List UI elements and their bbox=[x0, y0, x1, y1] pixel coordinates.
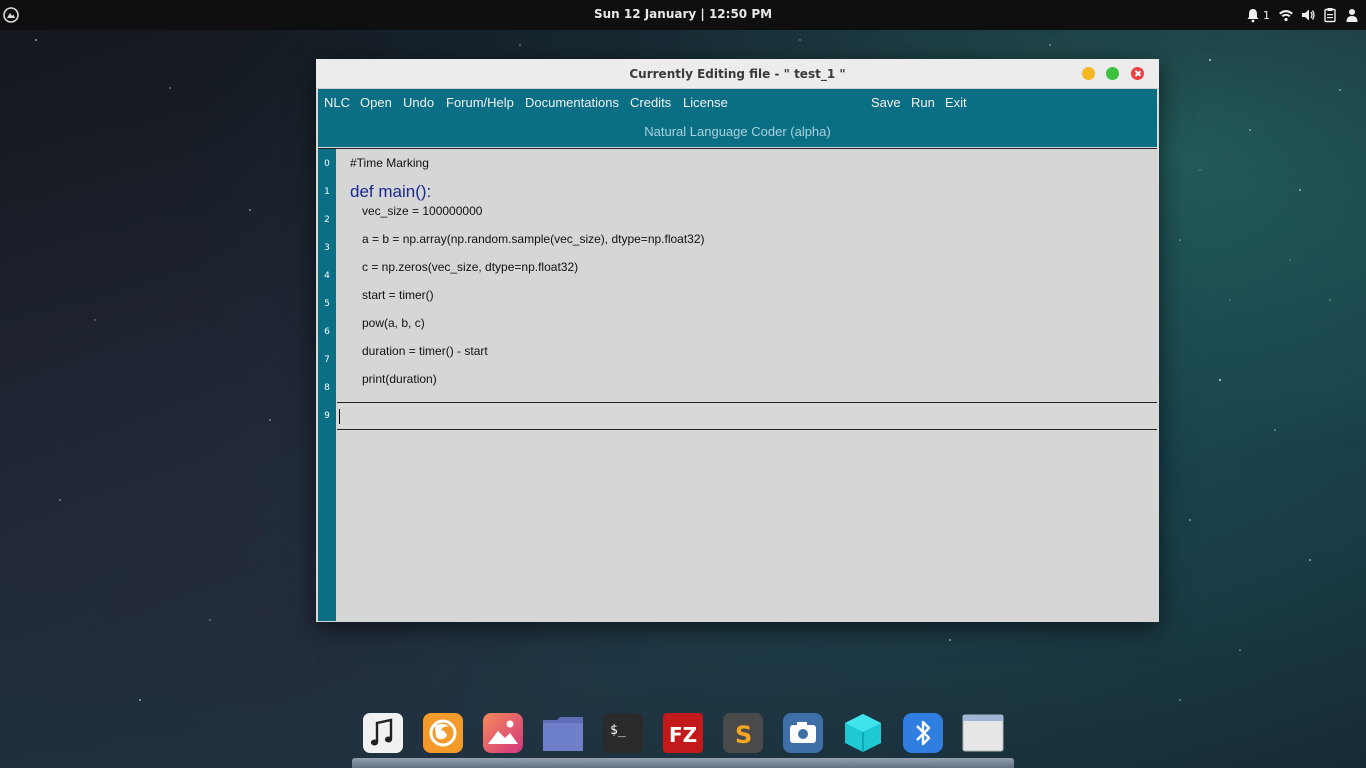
menu-undo[interactable]: Undo bbox=[403, 95, 434, 110]
line-number: 3 bbox=[324, 243, 330, 253]
text-caret bbox=[339, 409, 340, 424]
line-number: 5 bbox=[324, 299, 330, 309]
line-number: 8 bbox=[324, 383, 330, 393]
line-number: 6 bbox=[324, 327, 330, 337]
line-number: 0 bbox=[324, 159, 330, 169]
terminal-prompt-glyph: $_ bbox=[610, 723, 626, 738]
close-button[interactable] bbox=[1131, 67, 1144, 80]
code-line[interactable]: print(duration) bbox=[362, 372, 437, 386]
minimize-button[interactable] bbox=[1082, 67, 1095, 80]
system-tray: 1 bbox=[1245, 6, 1360, 24]
code-line[interactable]: vec_size = 100000000 bbox=[362, 204, 482, 218]
code-line[interactable]: def main(): bbox=[350, 182, 431, 202]
music-app-icon[interactable] bbox=[362, 712, 404, 754]
line-number: 4 bbox=[324, 271, 330, 281]
menu-forum-help[interactable]: Forum/Help bbox=[446, 95, 514, 110]
screenshot-camera-icon[interactable] bbox=[782, 712, 824, 754]
dock: $_ FZ S bbox=[352, 706, 1014, 768]
code-editor[interactable]: 0 1 2 3 4 5 6 7 8 9 #Time Marking def ma… bbox=[318, 148, 1157, 621]
3d-cube-app-icon[interactable] bbox=[842, 712, 884, 754]
window-title: Currently Editing file - " test_1 " bbox=[629, 67, 846, 81]
notification-bell-icon[interactable] bbox=[1245, 7, 1261, 23]
line-number-gutter: 0 1 2 3 4 5 6 7 8 9 bbox=[318, 149, 336, 621]
notification-count: 1 bbox=[1263, 8, 1270, 22]
filezilla-glyph: FZ bbox=[669, 723, 697, 747]
menu-credits[interactable]: Credits bbox=[630, 95, 671, 110]
code-line[interactable]: c = np.zeros(vec_size, dtype=np.float32) bbox=[362, 260, 578, 274]
line-number: 1 bbox=[324, 187, 330, 197]
sublime-glyph: S bbox=[735, 721, 752, 749]
menu-nlc[interactable]: NLC bbox=[324, 95, 350, 110]
nlc-editor-window: Currently Editing file - " test_1 " NLC … bbox=[316, 59, 1159, 622]
sublime-text-icon[interactable]: S bbox=[722, 712, 764, 754]
menu-save[interactable]: Save bbox=[871, 95, 901, 110]
bluetooth-icon[interactable] bbox=[902, 712, 944, 754]
code-line[interactable]: start = timer() bbox=[362, 288, 434, 302]
code-line[interactable]: #Time Marking bbox=[350, 156, 429, 170]
dock-shelf bbox=[352, 758, 1014, 768]
top-panel: Sun 12 January | 12:50 PM 1 bbox=[0, 0, 1366, 30]
maximize-button[interactable] bbox=[1106, 67, 1119, 80]
code-line[interactable]: pow(a, b, c) bbox=[362, 316, 425, 330]
current-line-input[interactable] bbox=[337, 402, 1157, 430]
filezilla-icon[interactable]: FZ bbox=[662, 712, 704, 754]
line-number: 7 bbox=[324, 355, 330, 365]
volume-icon[interactable] bbox=[1300, 7, 1316, 23]
menu-bar: NLC Open Undo Forum/Help Documentations … bbox=[318, 89, 1157, 147]
menu-run[interactable]: Run bbox=[911, 95, 935, 110]
clock[interactable]: Sun 12 January | 12:50 PM bbox=[0, 7, 1366, 21]
user-icon[interactable] bbox=[1344, 7, 1360, 23]
app-subtitle: Natural Language Coder (alpha) bbox=[644, 124, 831, 139]
window-app-icon[interactable] bbox=[962, 712, 1004, 754]
wifi-icon[interactable] bbox=[1278, 7, 1294, 23]
menu-exit[interactable]: Exit bbox=[945, 95, 967, 110]
terminal-icon[interactable]: $_ bbox=[602, 712, 644, 754]
code-line[interactable]: a = b = np.array(np.random.sample(vec_si… bbox=[362, 232, 705, 246]
menu-documentations[interactable]: Documentations bbox=[525, 95, 619, 110]
menu-license[interactable]: License bbox=[683, 95, 728, 110]
menu-open[interactable]: Open bbox=[360, 95, 392, 110]
window-titlebar[interactable]: Currently Editing file - " test_1 " bbox=[316, 59, 1159, 89]
clipboard-icon[interactable] bbox=[1322, 7, 1338, 23]
photos-icon[interactable] bbox=[482, 712, 524, 754]
line-number: 9 bbox=[324, 411, 330, 421]
firefox-icon[interactable] bbox=[422, 712, 464, 754]
files-folder-icon[interactable] bbox=[542, 712, 584, 754]
line-number: 2 bbox=[324, 215, 330, 225]
code-line[interactable]: duration = timer() - start bbox=[362, 344, 488, 358]
